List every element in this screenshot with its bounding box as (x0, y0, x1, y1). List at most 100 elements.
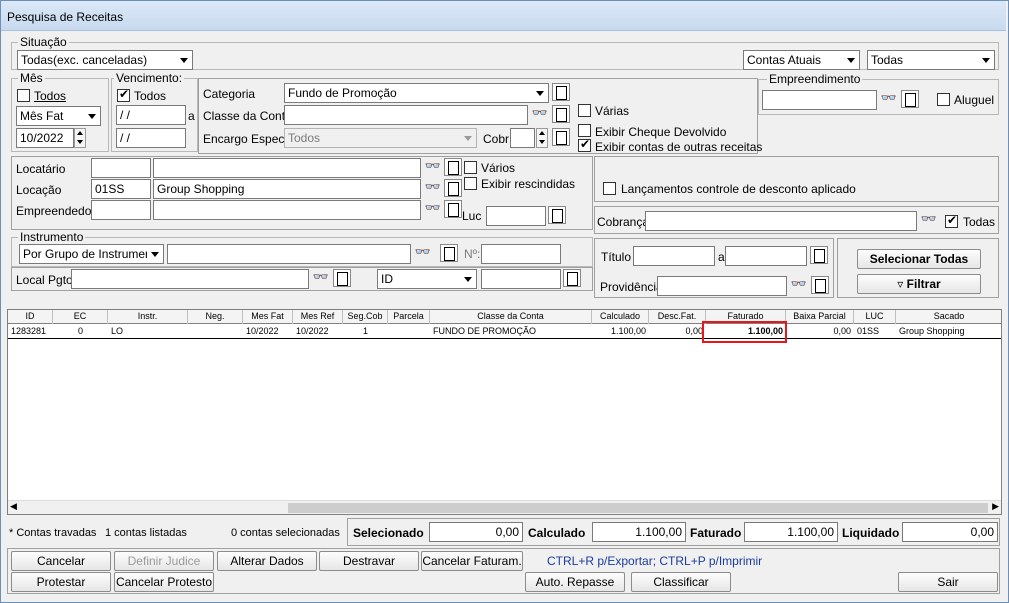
cancelar-protesto-button[interactable]: Cancelar Protesto (114, 572, 214, 592)
calculado-label: Calculado (528, 526, 586, 540)
selecionar-todas-button[interactable]: Selecionar Todas (857, 249, 981, 269)
chevron-down-icon (978, 51, 994, 69)
instrumento-page-icon[interactable] (440, 244, 458, 262)
locatario-name-input[interactable] (153, 158, 421, 178)
aluguel-checkbox[interactable] (937, 93, 950, 106)
instrumento-select[interactable]: Por Grupo de Instrumento (19, 244, 164, 264)
empreendedor-code-input[interactable] (91, 200, 151, 220)
binoculars-icon[interactable]: 👓 (424, 179, 442, 197)
varios-checkbox[interactable] (464, 161, 477, 174)
grid-column-header[interactable]: Baixa Parcial (786, 310, 854, 324)
binoculars-icon[interactable]: 👓 (531, 105, 549, 123)
lancamentos-checkbox[interactable] (603, 182, 616, 195)
sair-button[interactable]: Sair (898, 572, 998, 592)
binoculars-icon[interactable]: 👓 (790, 276, 808, 294)
encargo-label: Encargo Espec. (203, 132, 288, 146)
instrumento-n-input[interactable] (481, 244, 561, 264)
locacao-name-input[interactable]: Group Shopping (153, 179, 421, 199)
luc-page-icon[interactable] (548, 206, 566, 224)
categoria-select[interactable]: Fundo de Promoção (284, 83, 549, 103)
grid-column-header[interactable]: Mes Fat (243, 310, 293, 324)
horizontal-scrollbar[interactable]: ◀ ▶ (8, 500, 1001, 514)
scroll-left-icon[interactable]: ◀ (10, 501, 17, 512)
id-page-icon[interactable] (563, 269, 581, 287)
mes-valor-input[interactable]: 10/2022 (16, 128, 74, 148)
grid-column-header[interactable]: EC (53, 310, 108, 324)
binoculars-icon[interactable]: 👓 (424, 200, 442, 218)
cobr-input[interactable] (510, 128, 535, 148)
auto-repasse-button[interactable]: Auto. Repasse (525, 572, 625, 592)
titulo-ate-input[interactable] (725, 246, 807, 266)
scrollbar-thumb[interactable] (288, 503, 988, 513)
binoculars-icon[interactable]: 👓 (880, 90, 898, 108)
cobranca-input[interactable] (645, 211, 917, 231)
titulo-de-input[interactable] (633, 246, 715, 266)
titulo-page-icon[interactable] (810, 246, 828, 264)
grid-column-header[interactable]: Classe da Conta (430, 310, 592, 324)
locatario-code-input[interactable] (91, 158, 151, 178)
luc-input[interactable] (486, 206, 546, 226)
contas-select[interactable]: Contas Atuais (743, 50, 860, 70)
grid-column-header[interactable]: Neg. (188, 310, 243, 324)
filtrar-button[interactable]: ▿ Filtrar (857, 274, 981, 294)
grid-column-header[interactable]: Calculado (592, 310, 649, 324)
binoculars-icon[interactable]: 👓 (424, 158, 442, 176)
locacao-page-icon[interactable] (444, 179, 462, 197)
empreendimento-page-icon[interactable] (901, 90, 919, 108)
varias-checkbox[interactable] (578, 104, 591, 117)
classificar-button[interactable]: Classificar (631, 572, 731, 592)
cancelar-faturam-button[interactable]: Cancelar Faturam. (421, 551, 523, 571)
localpgto-page-icon[interactable] (333, 269, 351, 287)
rescindidas-checkbox[interactable] (464, 177, 477, 190)
binoculars-icon[interactable]: 👓 (920, 211, 938, 229)
classe-page-icon[interactable] (552, 105, 570, 123)
mes-spinner[interactable] (74, 128, 86, 148)
grid-cell-luc: 01SS (857, 326, 880, 336)
binoculars-icon[interactable]: 👓 (312, 269, 330, 287)
locatario-page-icon[interactable] (444, 158, 462, 176)
selecionado-value: 0,00 (429, 522, 523, 542)
categoria-page-icon[interactable] (552, 83, 570, 101)
encargo-select[interactable]: Todos (284, 128, 477, 148)
classe-input[interactable] (284, 105, 528, 125)
grid-column-header[interactable]: Seg.Cob (343, 310, 388, 324)
grid-column-header[interactable]: Parcela (388, 310, 430, 324)
destravar-button[interactable]: Destravar (319, 551, 419, 571)
situacao-select[interactable]: Todas(exc. canceladas) (17, 50, 193, 70)
grid-column-header[interactable]: Mes Ref (293, 310, 343, 324)
binoculars-icon[interactable]: 👓 (414, 244, 432, 262)
definir-judice-button[interactable]: Definir Judice (114, 551, 214, 571)
grid-column-header[interactable]: Instr. (108, 310, 188, 324)
localpgto-input[interactable] (71, 269, 309, 289)
empreendimento-input[interactable] (762, 90, 877, 110)
instrumento-input[interactable] (167, 244, 411, 264)
cobranca-todas-checkbox[interactable] (945, 213, 958, 228)
cheque-checkbox[interactable] (578, 124, 591, 137)
mes-todos-checkbox[interactable] (17, 89, 30, 102)
grid-column-header[interactable]: LUC (854, 310, 896, 324)
outras-receitas-checkbox[interactable] (578, 137, 591, 152)
grid-column-header[interactable]: Desc.Fat. (649, 310, 706, 324)
locacao-code-input[interactable]: 01SS (91, 179, 151, 199)
todas-select[interactable]: Todas (867, 50, 995, 70)
cobr-spinner[interactable] (536, 128, 548, 148)
id-select[interactable]: ID (377, 269, 477, 289)
protestar-button[interactable]: Protestar (11, 572, 111, 592)
empreendedor-name-input[interactable] (153, 200, 421, 220)
providencia-page-icon[interactable] (811, 276, 829, 294)
vencimento-de-input[interactable]: / / (116, 105, 186, 125)
grid-column-header[interactable]: Sacado (896, 310, 1001, 324)
vencimento-ate-input[interactable]: / / (116, 128, 186, 148)
id-input[interactable] (481, 269, 561, 289)
grid-column-header[interactable]: ID (8, 310, 53, 324)
scroll-right-icon[interactable]: ▶ (992, 501, 999, 512)
cobr-page-icon[interactable] (552, 128, 570, 146)
rescindidas-label: Exibir rescindidas (481, 177, 576, 191)
results-grid[interactable]: ID EC Instr. Neg. Mes Fat Mes Ref Seg.Cob Parce… (7, 309, 1002, 515)
alterar-dados-button[interactable]: Alterar Dados (217, 551, 317, 571)
providencia-input[interactable] (657, 276, 787, 296)
cancelar-button[interactable]: Cancelar (11, 551, 111, 571)
vencimento-todos-checkbox[interactable] (117, 87, 130, 102)
empreendedor-page-icon[interactable] (444, 200, 462, 218)
mes-tipo-select[interactable]: Mês Fat (16, 106, 101, 126)
